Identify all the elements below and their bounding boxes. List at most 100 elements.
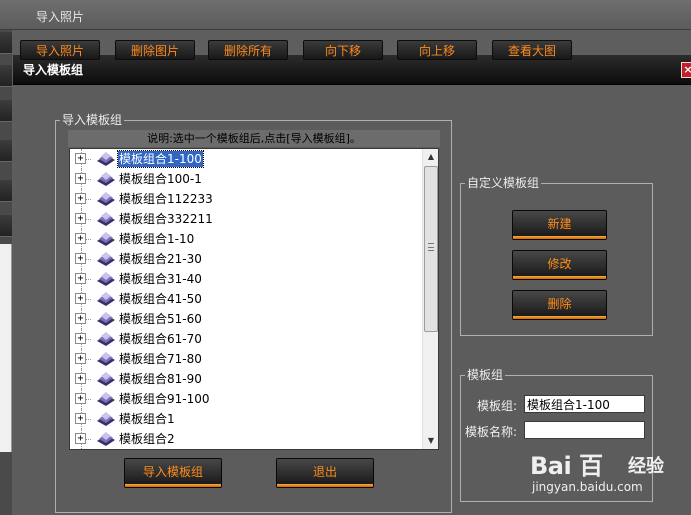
close-icon: × [683, 63, 691, 76]
expand-plus-icon[interactable]: + [75, 253, 86, 264]
tree-item-label: 模板组合41-50 [119, 292, 202, 306]
tree-item-label: 模板组合81-90 [119, 372, 202, 386]
tree-item[interactable]: + 模板组合41-50 [70, 289, 422, 309]
button-accent-bar [125, 484, 221, 487]
template-tree[interactable]: + 模板组合1-100 + 模板组合100-1 + 模板组合112233 + 模板组合3322… [69, 148, 439, 450]
new-button[interactable]: 新建 [512, 210, 607, 240]
expand-plus-icon[interactable]: + [75, 373, 86, 384]
tree-item[interactable]: + 模板组合2 [70, 429, 422, 449]
tree-item[interactable]: + 模板组合51-60 [70, 309, 422, 329]
import-template-button[interactable]: 导入模板组 [124, 458, 222, 488]
tree-item[interactable]: + 模板组合61-70 [70, 329, 422, 349]
tree-item[interactable]: + 模板组合71-80 [70, 349, 422, 369]
edit-button[interactable]: 修改 [512, 250, 607, 280]
button-accent-bar [277, 484, 373, 487]
new-button-label: 新建 [547, 217, 572, 231]
button-accent-bar [513, 316, 606, 319]
tree-item[interactable]: + 模板组合1-10 [70, 229, 422, 249]
tree-item[interactable]: + 模板组合1 [70, 409, 422, 429]
tree-item[interactable]: + 模板组合31-40 [70, 269, 422, 289]
background-window-title: 导入照片 [36, 10, 85, 24]
background-toolbar-button[interactable]: 向上移 [397, 40, 477, 60]
template-stack-icon [95, 270, 117, 288]
grip-icon [428, 243, 434, 251]
tree-item-label: 模板组合71-80 [119, 352, 202, 366]
scroll-down-arrow-icon[interactable]: ▼ [423, 433, 439, 449]
tree-scrollbar[interactable]: ▲ ▼ [422, 149, 438, 449]
edit-button-label: 修改 [547, 257, 572, 271]
exit-button[interactable]: 退出 [276, 458, 374, 488]
expand-plus-icon[interactable]: + [75, 333, 86, 344]
button-accent-bar [513, 276, 606, 279]
background-window-titlebar: 导入照片 [0, 0, 691, 30]
tree-item-label: 模板组合91-100 [119, 392, 210, 406]
delete-button-label: 删除 [547, 297, 572, 311]
tree-item[interactable]: + 模板组合332211 [70, 209, 422, 229]
strip-segment [0, 100, 12, 122]
tree-item-label: 模板组合112233 [119, 192, 213, 206]
expand-plus-icon[interactable]: + [75, 153, 86, 164]
template-name-field[interactable] [524, 421, 645, 439]
expand-plus-icon[interactable]: + [75, 193, 86, 204]
template-group-label: 模板组 [465, 368, 506, 382]
strip-segment [0, 180, 12, 202]
expand-plus-icon[interactable]: + [75, 213, 86, 224]
expand-plus-icon[interactable]: + [75, 233, 86, 244]
expand-plus-icon[interactable]: + [75, 393, 86, 404]
background-toolbar-button[interactable]: 删除图片 [115, 40, 195, 60]
template-stack-icon [95, 330, 117, 348]
expand-plus-icon[interactable]: + [75, 413, 86, 424]
strip-segment [0, 140, 12, 162]
watermark-text: 经验 [628, 456, 664, 477]
tree-item-label: 模板组合61-70 [119, 332, 202, 346]
template-stack-icon [95, 430, 117, 448]
expand-plus-icon[interactable]: + [75, 313, 86, 324]
tree-item[interactable]: + 模板组合100-1 [70, 169, 422, 189]
custom-group-label: 自定义模板组 [465, 176, 542, 190]
watermark-url: jingyan.baidu.com [532, 480, 643, 494]
baidu-jingyan-watermark: Bai 百 经验 jingyan.baidu.com [528, 440, 688, 510]
expand-plus-icon[interactable]: + [75, 433, 86, 444]
expand-plus-icon[interactable]: + [75, 293, 86, 304]
tree-item-label: 模板组合1-10 [119, 232, 195, 246]
dialog-title: 导入模板组 [23, 63, 84, 77]
tree-item[interactable]: + 模板组合112233 [70, 189, 422, 209]
tree-item[interactable]: + 模板组合81-90 [70, 369, 422, 389]
template-stack-icon [95, 170, 117, 188]
tree-item[interactable]: + 模板组合21-30 [70, 249, 422, 269]
template-stack-icon [95, 350, 117, 368]
template-stack-icon [95, 390, 117, 408]
template-stack-icon [95, 150, 117, 168]
exit-button-label: 退出 [312, 465, 337, 479]
tree-item-label: 模板组合332211 [119, 212, 213, 226]
expand-plus-icon[interactable]: + [75, 353, 86, 364]
tree-item-label: 模板组合31-40 [119, 272, 202, 286]
delete-button[interactable]: 删除 [512, 290, 607, 320]
template-stack-icon [95, 310, 117, 328]
group-name-field[interactable] [524, 395, 645, 413]
background-toolbar-button[interactable]: 查看大图 [492, 40, 572, 60]
tree-item-label: 模板组合1-100 [117, 150, 204, 168]
template-stack-icon [95, 250, 117, 268]
tree-item-label: 模板组合100-1 [119, 172, 202, 186]
tree-item-label: 模板组合51-60 [119, 312, 202, 326]
template-stack-icon [95, 190, 117, 208]
background-toolbar-button[interactable]: 向下移 [303, 40, 383, 60]
template-name-label: 模板名称: [465, 425, 518, 439]
strip-segment [0, 65, 12, 87]
tree-item-label: 模板组合2 [119, 432, 175, 446]
background-toolbar-button[interactable]: 导入照片 [20, 40, 100, 60]
import-template-button-label: 导入模板组 [142, 465, 203, 479]
scrollbar-thumb[interactable] [424, 166, 438, 332]
tree-item[interactable]: + 模板组合91-100 [70, 389, 422, 409]
expand-plus-icon[interactable]: + [75, 173, 86, 184]
template-stack-icon [95, 230, 117, 248]
background-list-panel [0, 244, 12, 452]
background-toolbar-button[interactable]: 删除所有 [208, 40, 288, 60]
template-stack-icon [95, 410, 117, 428]
tree-item[interactable]: + 模板组合1-100 [70, 149, 422, 169]
scroll-up-arrow-icon[interactable]: ▲ [423, 149, 439, 165]
expand-plus-icon[interactable]: + [75, 273, 86, 284]
tree-items: + 模板组合1-100 + 模板组合100-1 + 模板组合112233 + 模板组合3322… [70, 149, 422, 449]
close-button[interactable]: × [681, 62, 691, 78]
